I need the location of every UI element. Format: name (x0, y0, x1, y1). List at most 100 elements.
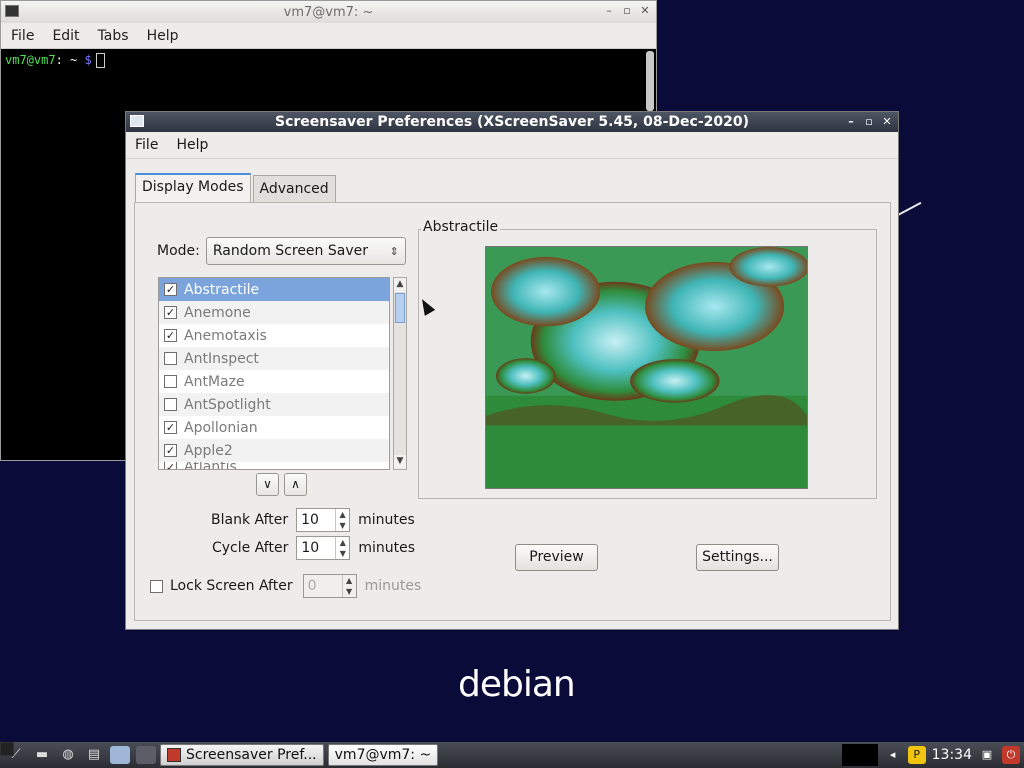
screensaver-app-icon (167, 748, 181, 762)
chevron-down-icon: ∨ (263, 477, 272, 491)
list-item-label: Anemone (184, 304, 251, 321)
cycle-after-row: Cycle After 10 ▲ ▼ minutes (212, 536, 415, 560)
list-item-checkbox[interactable] (164, 398, 177, 411)
lock-after-spinner[interactable]: 0 ▲ ▼ (302, 574, 357, 598)
list-item-checkbox[interactable] (164, 375, 177, 388)
list-item[interactable]: AntMaze (159, 370, 389, 393)
screensaver-preferences-dialog[interactable]: Screensaver Preferences (XScreenSaver 5.… (125, 111, 899, 630)
terminal-menubar: File Edit Tabs Help (1, 23, 656, 49)
tray-monitor-graph (841, 744, 878, 766)
updown-icon: ⇕ (389, 244, 399, 258)
debian-logo: debian (458, 664, 576, 705)
list-item[interactable]: ✓ Apple2 (159, 439, 389, 462)
tab-display-modes[interactable]: Display Modes (135, 173, 251, 202)
list-item-label: AntMaze (184, 373, 245, 390)
screensaver-list[interactable]: ✓ Abstractile ✓ Anemone ✓ Anemotaxis AntInspec… (158, 277, 390, 470)
terminal-scrollbar[interactable] (646, 51, 654, 111)
menu-tabs[interactable]: Tabs (98, 28, 129, 44)
task-screensaver-preferences[interactable]: Screensaver Pref... (160, 744, 324, 766)
blank-after-label: Blank After (211, 512, 289, 528)
workspace-2-icon[interactable] (136, 746, 156, 764)
menu-file[interactable]: File (135, 137, 158, 153)
desktop-wallpaper-swirl (897, 201, 922, 216)
list-scrollbar[interactable]: ▲ ▼ (393, 277, 407, 470)
scroll-down-arrow-icon[interactable]: ▼ (394, 455, 406, 469)
taskbar: ⟋ ▬ ◍ ▤ Screensaver Pref... vm7@vm7: ~ ◂… (0, 742, 1024, 768)
terminal-title-bar[interactable]: vm7@vm7: ~ – ▫ ✕ (1, 1, 656, 23)
close-button[interactable]: ✕ (880, 114, 894, 130)
spinner-arrows-icon[interactable]: ▲ ▼ (335, 509, 349, 531)
task-label: Screensaver Pref... (186, 747, 317, 763)
settings-button[interactable]: Settings... (696, 544, 779, 571)
dialog-menubar: File Help (126, 132, 898, 159)
dialog-title-bar[interactable]: Screensaver Preferences (XScreenSaver 5.… (126, 112, 898, 132)
menu-edit[interactable]: Edit (52, 28, 79, 44)
web-browser-icon[interactable]: ◍ (58, 746, 78, 764)
tab-advanced[interactable]: Advanced (252, 175, 336, 202)
menu-help[interactable]: Help (147, 28, 179, 44)
show-desktop-icon[interactable]: ▤ (84, 746, 104, 764)
preview-button[interactable]: Preview (515, 544, 598, 571)
list-item-label: Atlantis (184, 462, 237, 470)
scroll-up-arrow-icon[interactable]: ▲ (394, 278, 406, 292)
list-item-checkbox[interactable]: ✓ (164, 444, 177, 457)
scroll-thumb[interactable] (395, 293, 405, 323)
menu-file[interactable]: File (11, 28, 34, 44)
cycle-after-label: Cycle After (212, 540, 289, 556)
list-item-checkbox[interactable]: ✓ (164, 421, 177, 434)
list-item[interactable]: ✓ Anemone (159, 301, 389, 324)
mode-select[interactable]: Random Screen Saver ⇕ (205, 237, 406, 265)
maximize-button[interactable]: ▫ (620, 3, 634, 19)
list-item[interactable]: AntSpotlight (159, 393, 389, 416)
volume-icon[interactable]: ◂ (884, 746, 902, 764)
terminal-icon (5, 5, 19, 17)
list-item-checkbox[interactable]: ✓ (164, 283, 177, 296)
list-item-checkbox[interactable]: ✓ (164, 329, 177, 342)
lock-screen-label: Lock Screen After (170, 578, 293, 594)
prompt-user: vm7@vm7 (5, 53, 56, 67)
system-tray: ◂ P 13:34 ▣ ⏻ (841, 744, 1020, 766)
list-item[interactable]: ✓ Atlantis (159, 462, 389, 470)
lock-screen-checkbox[interactable] (150, 579, 163, 593)
blank-after-spinner[interactable]: 10 ▲ ▼ (296, 508, 351, 532)
lock-after-value: 0 (307, 578, 317, 594)
list-item[interactable]: ✓ Anemotaxis (159, 324, 389, 347)
move-up-button[interactable]: ∧ (284, 473, 307, 496)
task-label: vm7@vm7: ~ (334, 747, 432, 763)
abstractile-preview-image (485, 246, 808, 489)
list-item-label: Apollonian (184, 419, 258, 436)
tab-bar: Display Modes Advanced (135, 173, 338, 202)
spinner-arrows-icon[interactable]: ▲ ▼ (335, 537, 349, 559)
prompt-symbol: $ (84, 53, 92, 67)
mode-row: Mode: Random Screen Saver ⇕ (157, 237, 406, 265)
file-manager-icon[interactable]: ▬ (32, 746, 52, 764)
close-button[interactable]: ✕ (638, 3, 652, 19)
clock[interactable]: 13:34 (932, 747, 972, 763)
maximize-button[interactable]: ▫ (862, 114, 876, 130)
minimize-button[interactable]: – (602, 3, 616, 19)
list-item-label: Anemotaxis (184, 327, 267, 344)
list-item[interactable]: ✓ Abstractile (159, 278, 389, 301)
menu-help[interactable]: Help (176, 137, 208, 153)
spinner-arrows-icon[interactable]: ▲ ▼ (341, 575, 356, 597)
p-applet-icon[interactable]: P (907, 746, 926, 764)
lock-screen-row: Lock Screen After 0 ▲ ▼ minutes (150, 574, 421, 598)
move-down-button[interactable]: ∨ (256, 473, 279, 496)
terminal-app-icon (0, 742, 14, 756)
task-terminal[interactable]: vm7@vm7: ~ (0, 742, 439, 766)
cycle-after-spinner[interactable]: 10 ▲ ▼ (296, 536, 351, 560)
mode-value: Random Screen Saver (212, 243, 368, 259)
blank-after-unit: minutes (358, 512, 415, 528)
list-item-checkbox[interactable] (164, 352, 177, 365)
list-item-label: AntInspect (184, 350, 259, 367)
power-icon[interactable]: ⏻ (1002, 746, 1020, 764)
minimize-button[interactable]: – (844, 114, 858, 130)
lock-screen-icon[interactable]: ▣ (978, 746, 996, 764)
list-item-checkbox[interactable]: ✓ (164, 462, 177, 469)
list-item[interactable]: ✓ Apollonian (159, 416, 389, 439)
cycle-after-unit: minutes (358, 540, 416, 556)
list-item[interactable]: AntInspect (159, 347, 389, 370)
list-item-checkbox[interactable]: ✓ (164, 306, 177, 319)
blank-after-value: 10 (301, 512, 319, 528)
workspace-1-icon[interactable] (110, 746, 130, 764)
